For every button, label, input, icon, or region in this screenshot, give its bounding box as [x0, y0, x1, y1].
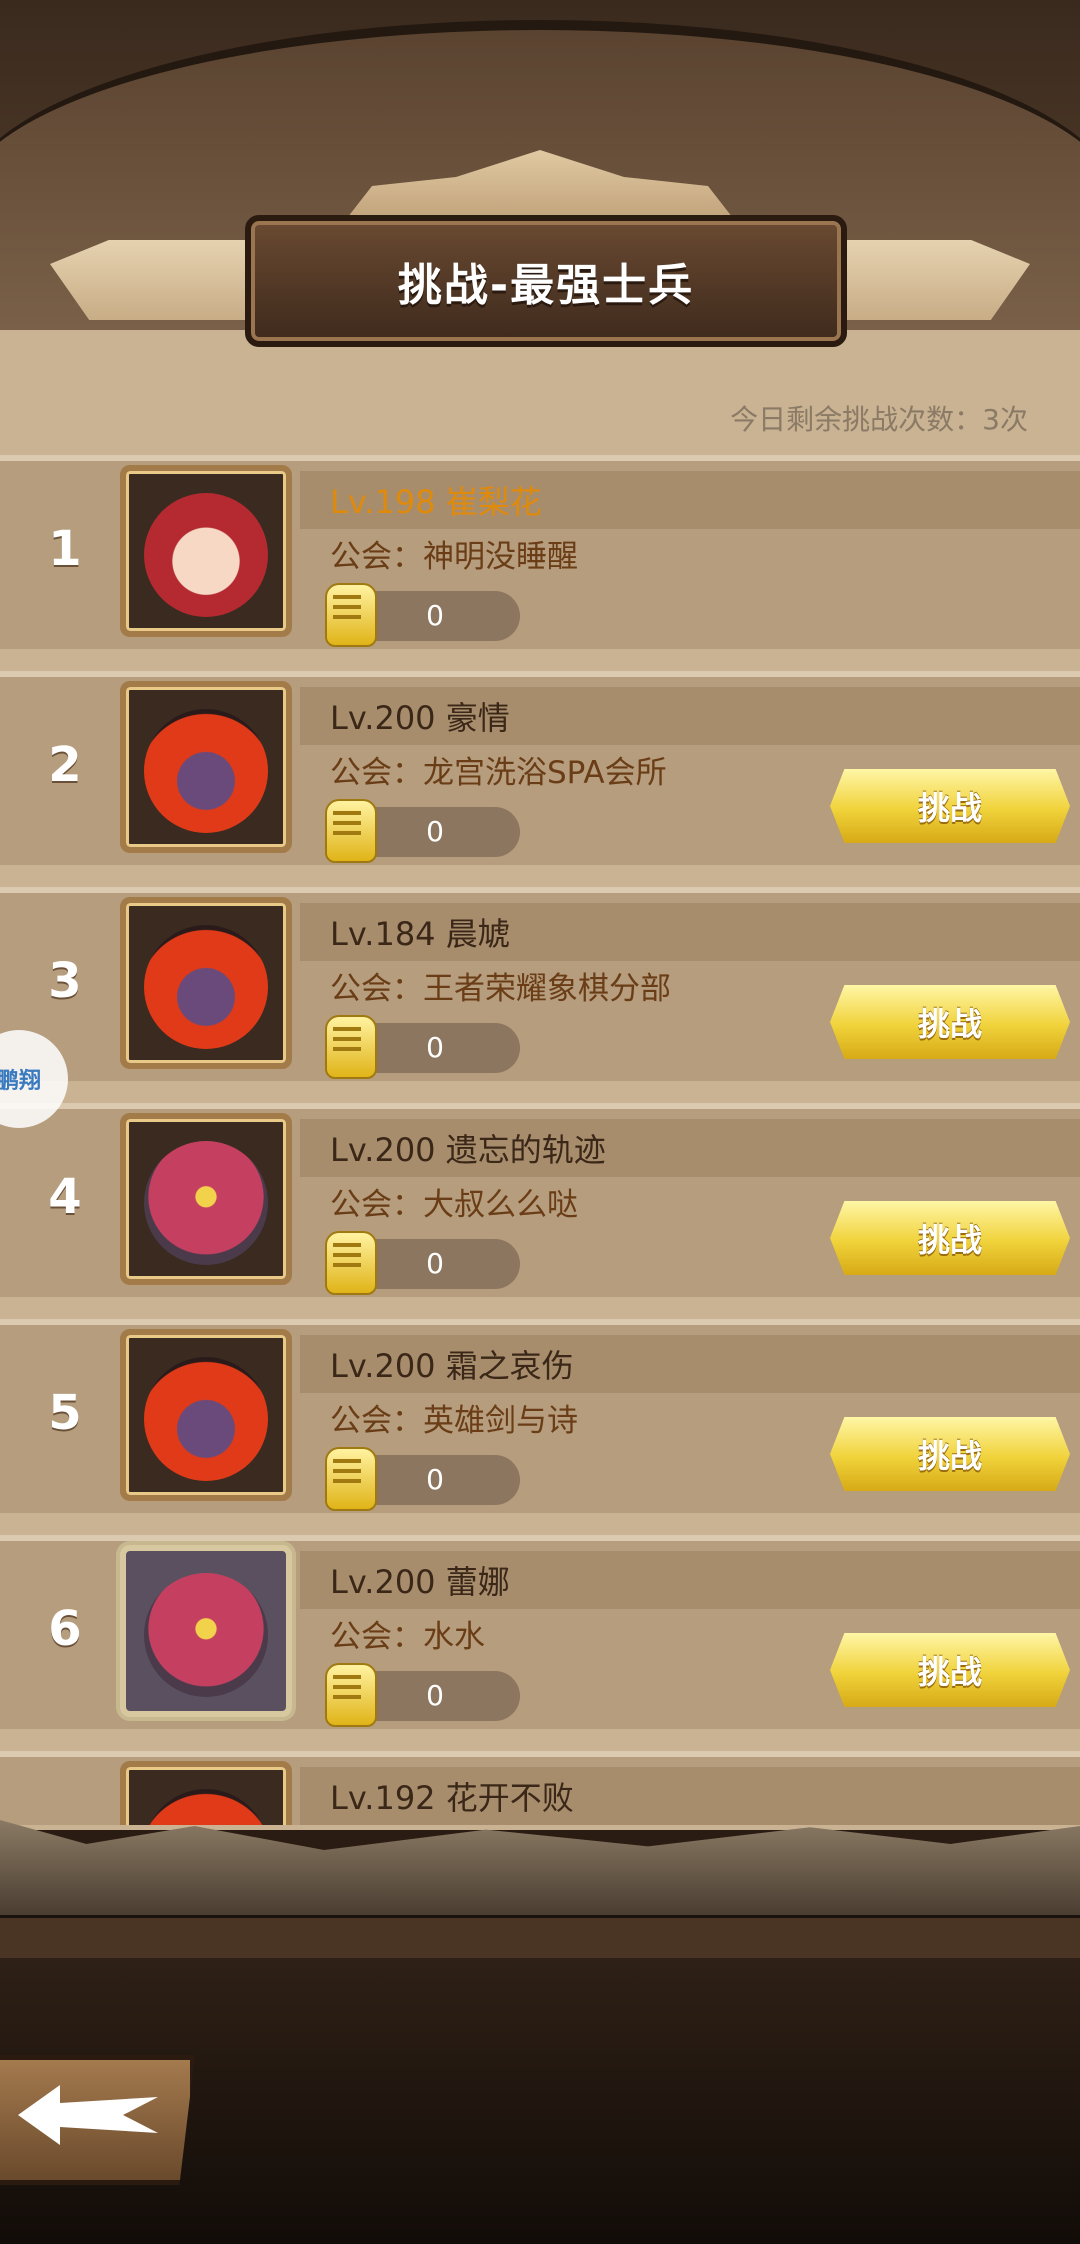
remaining-attempts: 今日剩余挑战次数：3次 [730, 403, 1028, 436]
player-name: Lv.200 豪情 [330, 699, 510, 737]
player-row: 3 Lv.184 晨虓 公会：王者荣耀象棋分部 0 挑战 [0, 887, 1080, 1081]
fist-icon [325, 799, 377, 863]
player-row: 1 Lv.198 崔梨花 公会：神明没睡醒 0 [0, 455, 1080, 649]
player-row: 5 Lv.200 霜之哀伤 公会：英雄剑与诗 0 挑战 [0, 1319, 1080, 1513]
rank-number: 1 [48, 521, 82, 577]
player-guild: 公会：王者荣耀象棋分部 [330, 971, 671, 1007]
challenge-button[interactable]: 挑战 [830, 1201, 1070, 1275]
rank-number: 6 [48, 1601, 82, 1657]
player-row: 6 Lv.200 蕾娜 公会：水水 0 挑战 [0, 1535, 1080, 1729]
player-name: Lv.192 花开不败 [330, 1779, 574, 1817]
challenge-button[interactable]: 挑战 [830, 1633, 1070, 1707]
fist-icon [325, 1663, 377, 1727]
challenge-button-label: 挑战 [917, 1221, 982, 1259]
player-name: Lv.184 晨虓 [330, 915, 510, 953]
rank-number: 4 [48, 1169, 82, 1225]
player-avatar[interactable] [120, 897, 292, 1069]
challenge-button[interactable]: 挑战 [830, 1417, 1070, 1491]
player-avatar[interactable] [120, 465, 292, 637]
ogre-portrait [144, 1573, 268, 1697]
player-name: Lv.200 蕾娜 [330, 1563, 510, 1601]
player-row: 4 Lv.200 遗忘的轨迹 公会：大叔么么哒 0 挑战 [0, 1103, 1080, 1297]
player-avatar[interactable] [120, 1761, 292, 1825]
player-list[interactable]: 1 Lv.198 崔梨花 公会：神明没睡醒 0 2 Lv.200 豪情 公会：龙宫洗浴SPA… [0, 455, 1080, 1825]
demon-portrait [144, 1357, 268, 1481]
rank-number: 3 [48, 953, 82, 1009]
challenge-button[interactable]: 挑战 [830, 769, 1070, 843]
fist-icon [325, 1447, 377, 1511]
player-row: 7 Lv.192 花开不败 [0, 1751, 1080, 1825]
fist-icon [325, 1015, 377, 1079]
player-avatar[interactable] [120, 1545, 292, 1717]
player-guild: 公会：龙宫洗浴SPA会所 [330, 755, 667, 791]
player-guild: 公会：英雄剑与诗 [330, 1403, 578, 1439]
challenge-button[interactable]: 挑战 [830, 985, 1070, 1059]
player-name: Lv.200 遗忘的轨迹 [330, 1131, 606, 1169]
fist-icon [325, 1231, 377, 1295]
demon-portrait [144, 1789, 268, 1825]
demon-portrait [144, 925, 268, 1049]
fist-icon [325, 583, 377, 647]
challenge-button-label: 挑战 [917, 789, 982, 827]
player-avatar[interactable] [120, 681, 292, 853]
page-title: 挑战-最强士兵 [397, 260, 695, 311]
rank-number: 2 [48, 737, 82, 793]
title-plate: 挑战-最强士兵 [245, 215, 847, 347]
player-row: 2 Lv.200 豪情 公会：龙宫洗浴SPA会所 0 挑战 [0, 671, 1080, 865]
challenge-button-label: 挑战 [917, 1437, 982, 1475]
bottom-band [0, 1915, 1080, 1961]
girl-portrait [144, 493, 268, 617]
player-name: Lv.200 霜之哀伤 [330, 1347, 574, 1385]
player-guild: 公会：水水 [330, 1619, 485, 1655]
player-guild: 公会：大叔么么哒 [330, 1187, 578, 1223]
challenge-button-label: 挑战 [917, 1005, 982, 1043]
demon-portrait [144, 709, 268, 833]
player-name: Lv.198 崔梨花 [330, 483, 542, 521]
ogre-portrait [144, 1141, 268, 1265]
rank-number: 7 [40, 1817, 90, 1825]
rank-number: 5 [48, 1385, 82, 1441]
player-avatar[interactable] [120, 1329, 292, 1501]
player-guild: 公会：神明没睡醒 [330, 539, 578, 575]
challenge-button-label: 挑战 [917, 1653, 982, 1691]
player-avatar[interactable] [120, 1113, 292, 1285]
